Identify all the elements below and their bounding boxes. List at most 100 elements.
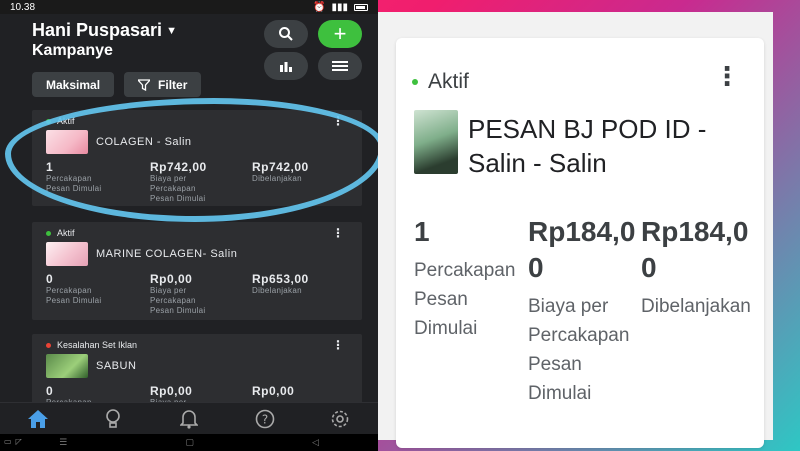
- filter-chips: Maksimal Filter: [32, 72, 202, 97]
- filter-chip-label: Filter: [158, 77, 188, 92]
- sort-chip-label: Maksimal: [46, 77, 101, 92]
- svg-text:?: ?: [261, 412, 267, 426]
- metric-value: Rp742,00: [150, 160, 207, 174]
- columns-button[interactable]: [318, 52, 362, 80]
- metric-label: Percakapan: [46, 174, 92, 183]
- campaign-thumbnail: [46, 242, 88, 266]
- metric-value: 0: [46, 272, 54, 286]
- bell-icon[interactable]: [177, 407, 201, 431]
- error-dot-icon: [46, 342, 51, 348]
- metric-spent: Rp0,00: [252, 384, 294, 398]
- campaign-status: Kesalahan Set Iklan: [46, 340, 137, 350]
- metric-value: Rp0,00: [150, 384, 193, 398]
- settings-gear-icon[interactable]: [328, 407, 352, 431]
- help-icon[interactable]: ?: [253, 407, 277, 431]
- status-bar: 10.38 ⏰ ▮▮▮: [0, 0, 378, 14]
- metric-value: Rp184,00: [641, 216, 749, 283]
- metric-label: Biaya per Percakapan Pesan Dimulai: [528, 296, 630, 404]
- pointer-icon: ◸: [15, 437, 22, 446]
- status-time: 10.38: [10, 1, 36, 13]
- campaign-status-label: Aktif: [57, 116, 75, 126]
- zoomed-campaign-card[interactable]: Aktif ⋮ PESAN BJ POD ID - Salin - Salin …: [396, 38, 764, 448]
- campaign-thumbnail: [46, 130, 88, 154]
- metric-value: Rp742,00: [252, 160, 309, 174]
- account-name: Hani Puspasari: [32, 20, 163, 40]
- campaign-status-label: Aktif: [57, 228, 75, 238]
- campaign-name[interactable]: SABUN: [96, 360, 136, 372]
- metric-label: Dibelanjakan: [252, 174, 302, 183]
- signal-icon: ▮▮▮: [331, 1, 348, 13]
- metric-cost-per-conversation: Rp0,00 Biaya per Percakapan Pesan Dimula…: [150, 272, 205, 316]
- battery-icon: [354, 3, 368, 11]
- campaign-name[interactable]: PESAN BJ POD ID - Salin - Salin: [468, 112, 758, 180]
- insights-button[interactable]: [264, 52, 308, 80]
- metric-value: Rp653,00: [252, 272, 309, 286]
- campaign-status: Aktif: [412, 70, 469, 94]
- account-switcher[interactable]: Hani Puspasari ▼: [32, 20, 177, 41]
- filter-icon: [138, 78, 151, 91]
- metric-conversations: 1 Percakapan Pesan Dimulai: [414, 214, 526, 343]
- home-button-icon[interactable]: ▢: [185, 437, 194, 448]
- metric-label: Biaya per: [150, 286, 187, 295]
- campaign-name[interactable]: COLAGEN - Salin: [96, 136, 192, 148]
- chat-icon: ▭: [4, 437, 12, 446]
- metric-label: Biaya per: [150, 174, 187, 183]
- bottom-nav: ?: [0, 402, 378, 434]
- home-icon[interactable]: [26, 407, 50, 431]
- campaign-name[interactable]: MARINE COLAGEN- Salin: [96, 248, 237, 260]
- more-options-icon[interactable]: ⋮: [714, 63, 740, 89]
- more-options-icon[interactable]: ⋮: [332, 226, 344, 240]
- campaign-card[interactable]: Aktif ⋮ MARINE COLAGEN- Salin 0 Percakap…: [32, 222, 362, 320]
- metric-conversations: 1 Percakapan Pesan Dimulai: [46, 160, 101, 194]
- campaign-status: Aktif: [46, 116, 75, 126]
- search-button[interactable]: [264, 20, 308, 48]
- phone-screen: 10.38 ⏰ ▮▮▮ Hani Puspasari ▼ Kampanye + …: [0, 0, 378, 451]
- more-options-icon[interactable]: ⋮: [332, 114, 344, 128]
- active-dot-icon: [46, 118, 51, 124]
- metric-label: Percakapan: [46, 286, 92, 295]
- metric-spent: Rp653,00 Dibelanjakan: [252, 272, 309, 296]
- metric-label: Pesan Dimulai: [46, 296, 102, 305]
- chevron-down-icon: ▼: [166, 24, 177, 37]
- search-icon: [279, 27, 293, 41]
- campaign-thumbnail: [414, 110, 458, 174]
- metric-value: Rp184,00: [528, 216, 636, 283]
- active-dot-icon: [46, 230, 51, 236]
- metric-label: Pesan Dimulai: [46, 184, 102, 193]
- metric-label: Percakapan: [150, 296, 196, 305]
- sort-chip[interactable]: Maksimal: [32, 72, 115, 97]
- bar-chart-icon: [280, 62, 292, 72]
- active-dot-icon: [412, 79, 418, 85]
- metric-cost-per-conversation: Rp742,00 Biaya per Percakapan Pesan Dimu…: [150, 160, 207, 204]
- campaign-thumbnail: [46, 354, 88, 378]
- metric-label: Percakapan: [150, 184, 196, 193]
- metric-spent: Rp742,00 Dibelanjakan: [252, 160, 309, 184]
- grid-icon: [332, 61, 348, 71]
- metric-label: Dibelanjakan: [641, 296, 751, 317]
- lightbulb-icon[interactable]: [101, 407, 125, 431]
- metric-value: 1: [414, 216, 430, 247]
- campaign-status: Aktif: [46, 228, 75, 238]
- alarm-icon: ⏰: [313, 1, 326, 13]
- recent-apps-icon[interactable]: ☰: [59, 437, 67, 448]
- metric-label: Pesan Dimulai: [150, 306, 206, 315]
- filter-chip[interactable]: Filter: [124, 72, 202, 97]
- metric-value: 1: [46, 160, 54, 174]
- metric-value: Rp0,00: [150, 272, 193, 286]
- metric-value: 0: [46, 384, 54, 398]
- metric-label: Percakapan Pesan Dimulai: [414, 260, 516, 339]
- metric-conversations: 0 Percakapan Pesan Dimulai: [46, 272, 101, 306]
- more-options-icon[interactable]: ⋮: [332, 338, 344, 352]
- create-campaign-button[interactable]: +: [318, 20, 362, 48]
- campaign-card[interactable]: Aktif ⋮ COLAGEN - Salin 1 Percakapan Pes…: [32, 110, 362, 206]
- campaign-status-label: Kesalahan Set Iklan: [57, 340, 138, 350]
- campaign-status-label: Aktif: [428, 70, 469, 93]
- page-title: Kampanye: [32, 42, 113, 59]
- metric-label: Pesan Dimulai: [150, 194, 206, 203]
- back-icon[interactable]: ◁: [312, 437, 319, 448]
- metric-cost-per-conversation: Rp184,00 Biaya per Percakapan Pesan Dimu…: [528, 214, 640, 408]
- plus-icon: +: [333, 21, 347, 46]
- metric-value: Rp0,00: [252, 384, 295, 398]
- zoom-panel: Aktif ⋮ PESAN BJ POD ID - Salin - Salin …: [378, 12, 773, 448]
- os-icons: ▭ ◸: [4, 437, 22, 446]
